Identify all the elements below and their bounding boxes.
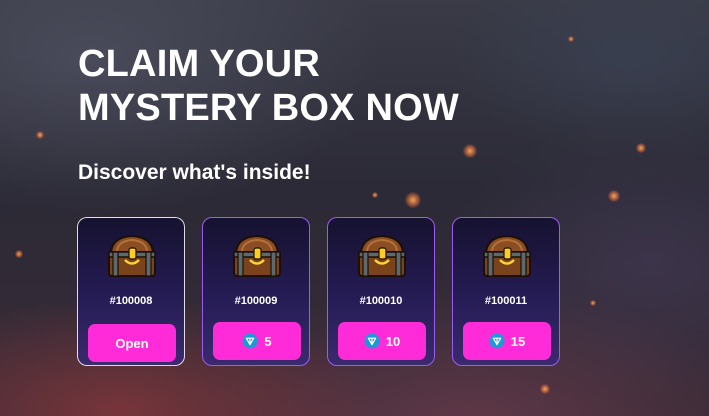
open-button-label: Open [115, 335, 149, 351]
ember-particle [608, 190, 620, 202]
box-id: #100009 [234, 295, 278, 307]
page-subtitle: Discover what's inside! [78, 161, 311, 184]
ember-particle [36, 131, 44, 139]
mystery-box-card[interactable]: #100008 Open [77, 217, 185, 366]
ton-coin-icon [364, 333, 380, 349]
page-title: CLAIM YOUR MYSTERY BOX NOW [78, 42, 459, 130]
box-id: #100011 [484, 295, 528, 307]
ember-particle [636, 143, 646, 153]
treasure-chest-icon [483, 234, 531, 277]
page-title-line-1: CLAIM YOUR [78, 43, 320, 85]
mystery-box-card[interactable]: #100009 5 [202, 217, 310, 366]
ember-particle [463, 144, 477, 158]
price-label: 5 [264, 333, 272, 349]
treasure-chest-icon [233, 234, 281, 277]
price-label: 10 [385, 333, 401, 349]
ember-particle [590, 300, 596, 306]
ember-particle [540, 384, 550, 394]
ember-particle [372, 192, 378, 198]
buy-box-button[interactable]: 10 [338, 322, 426, 360]
buy-box-button[interactable]: 5 [213, 322, 301, 360]
price-label: 15 [510, 333, 526, 349]
buy-box-button[interactable]: 15 [463, 322, 551, 360]
open-box-button[interactable]: Open [88, 324, 176, 362]
treasure-chest-icon [358, 234, 406, 277]
ember-particle [568, 36, 574, 42]
ton-coin-icon [242, 333, 258, 349]
box-id: #100008 [109, 295, 153, 307]
treasure-chest-icon [108, 234, 156, 277]
box-id: #100010 [359, 295, 403, 307]
mystery-box-card[interactable]: #100011 15 [452, 217, 560, 366]
ember-particle [15, 250, 23, 258]
mystery-box-card[interactable]: #100010 10 [327, 217, 435, 366]
ember-particle [405, 192, 421, 208]
page-title-line-2: MYSTERY BOX NOW [78, 87, 459, 129]
ton-coin-icon [489, 333, 505, 349]
